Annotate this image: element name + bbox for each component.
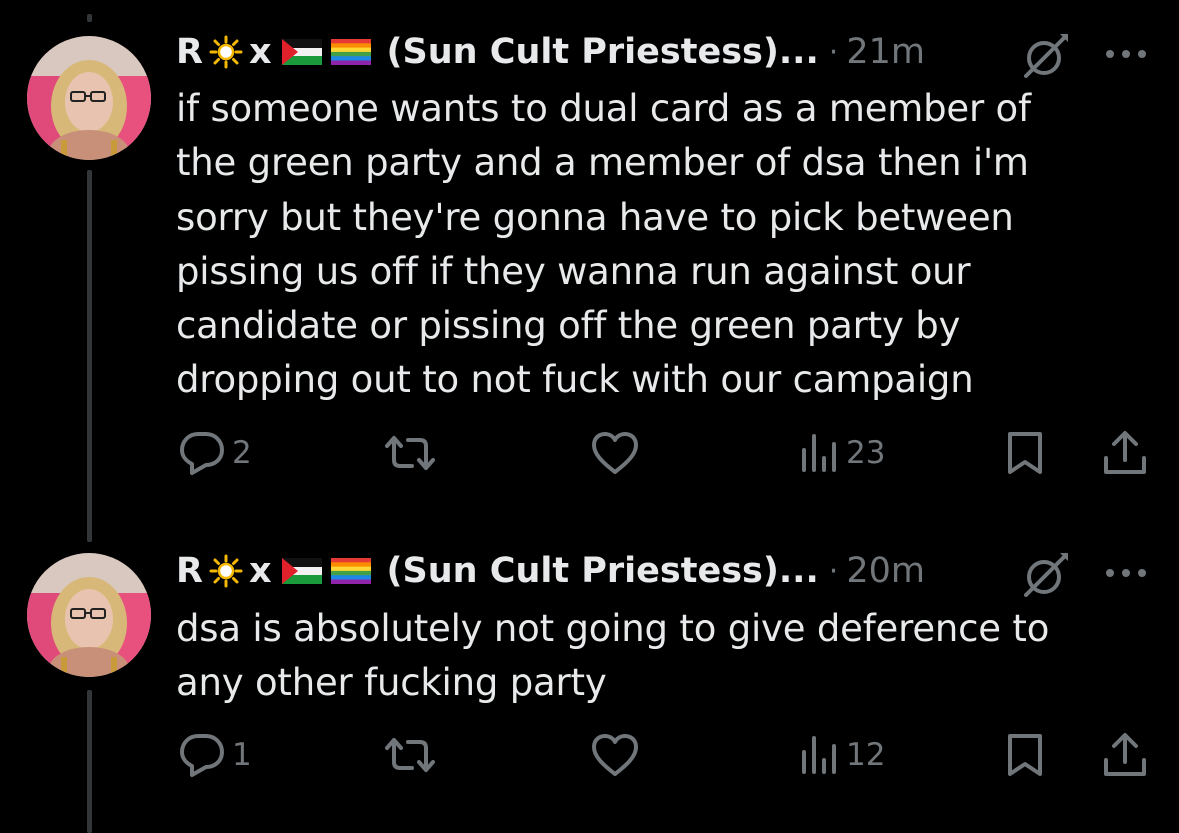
views-button[interactable]: 23 xyxy=(800,430,885,476)
views-button[interactable]: 12 xyxy=(800,732,885,778)
author-initial: R xyxy=(176,32,203,72)
reply-button[interactable]: 2 xyxy=(178,430,252,476)
thread-line xyxy=(87,170,92,542)
author-name[interactable]: R x (Sun Cult Priestess)... xyxy=(176,551,819,591)
bookmark-button[interactable] xyxy=(1004,732,1046,778)
like-button[interactable] xyxy=(590,732,640,778)
share-icon xyxy=(1104,431,1146,474)
views-icon xyxy=(802,434,836,472)
palestine-flag-icon xyxy=(281,558,322,584)
author-x: x xyxy=(248,32,272,72)
tweet-actions: 1 12 xyxy=(0,730,1179,780)
tweet-actions: 2 23 xyxy=(0,428,1179,478)
bookmark-icon xyxy=(1008,432,1042,474)
tweet-header: R x xyxy=(176,546,925,596)
repost-icon xyxy=(385,436,435,470)
tweet-header: R x xyxy=(176,27,925,77)
reply-count: 1 xyxy=(232,737,252,773)
palestine-flag-icon xyxy=(281,39,322,65)
share-button[interactable] xyxy=(1102,430,1148,476)
tweet-text: dsa is absolutely not going to give defe… xyxy=(176,607,1050,705)
like-button[interactable] xyxy=(590,430,640,476)
view-count: 12 xyxy=(846,737,886,773)
reply-button[interactable]: 1 xyxy=(178,732,252,778)
view-count: 23 xyxy=(846,435,886,471)
timestamp[interactable]: 21m xyxy=(846,32,925,72)
avatar[interactable] xyxy=(27,36,151,160)
repost-button[interactable] xyxy=(384,430,436,476)
author-x: x xyxy=(248,551,272,591)
tweet-text: if someone wants to dual card as a membe… xyxy=(176,87,1031,402)
repost-icon xyxy=(385,738,435,772)
thread-line-top xyxy=(87,14,92,22)
repost-button[interactable] xyxy=(384,732,436,778)
reply-icon xyxy=(180,432,224,475)
bookmark-icon xyxy=(1008,734,1042,776)
more-options-icon[interactable] xyxy=(1102,44,1150,64)
share-icon xyxy=(1104,733,1146,776)
views-icon xyxy=(802,736,836,774)
avatar[interactable] xyxy=(27,553,151,677)
grok-icon[interactable] xyxy=(1020,30,1072,82)
reply-count: 2 xyxy=(232,435,252,471)
reply-icon xyxy=(180,734,224,777)
author-name-suffix: (Sun Cult Priestess)... xyxy=(386,551,819,591)
author-initial: R xyxy=(176,551,203,591)
heart-icon xyxy=(592,734,638,776)
separator-dot: · xyxy=(828,553,839,589)
sun-icon xyxy=(209,35,243,69)
heart-icon xyxy=(592,432,638,474)
rainbow-flag-icon xyxy=(330,558,371,584)
rainbow-flag-icon xyxy=(330,39,371,65)
more-options-icon[interactable] xyxy=(1102,563,1150,583)
bookmark-button[interactable] xyxy=(1004,430,1046,476)
author-name-suffix: (Sun Cult Priestess)... xyxy=(386,32,819,72)
grok-icon[interactable] xyxy=(1020,549,1072,601)
share-button[interactable] xyxy=(1102,732,1148,778)
timestamp[interactable]: 20m xyxy=(846,551,925,591)
sun-icon xyxy=(209,554,243,588)
author-name[interactable]: R x (Sun Cult Priestess)... xyxy=(176,32,819,72)
separator-dot: · xyxy=(828,34,839,70)
